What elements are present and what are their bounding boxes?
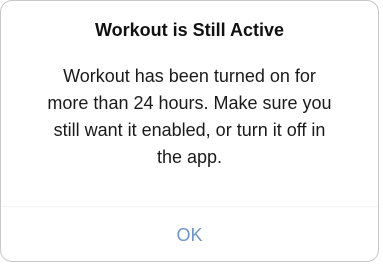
- alert-message-line: still want it enabled, or turn it off in: [53, 120, 326, 140]
- alert-message: Workout has been turned on for more than…: [5, 63, 374, 171]
- alert-dialog: Workout is Still Active Workout has been…: [0, 0, 379, 262]
- alert-message-line: Workout has been turned on for: [63, 66, 316, 86]
- alert-message-line: more than 24 hours. Make sure you: [47, 93, 332, 113]
- alert-title: Workout is Still Active: [94, 20, 285, 40]
- alert-message-line: the app.: [156, 147, 223, 167]
- ok-button[interactable]: OK: [1, 207, 378, 261]
